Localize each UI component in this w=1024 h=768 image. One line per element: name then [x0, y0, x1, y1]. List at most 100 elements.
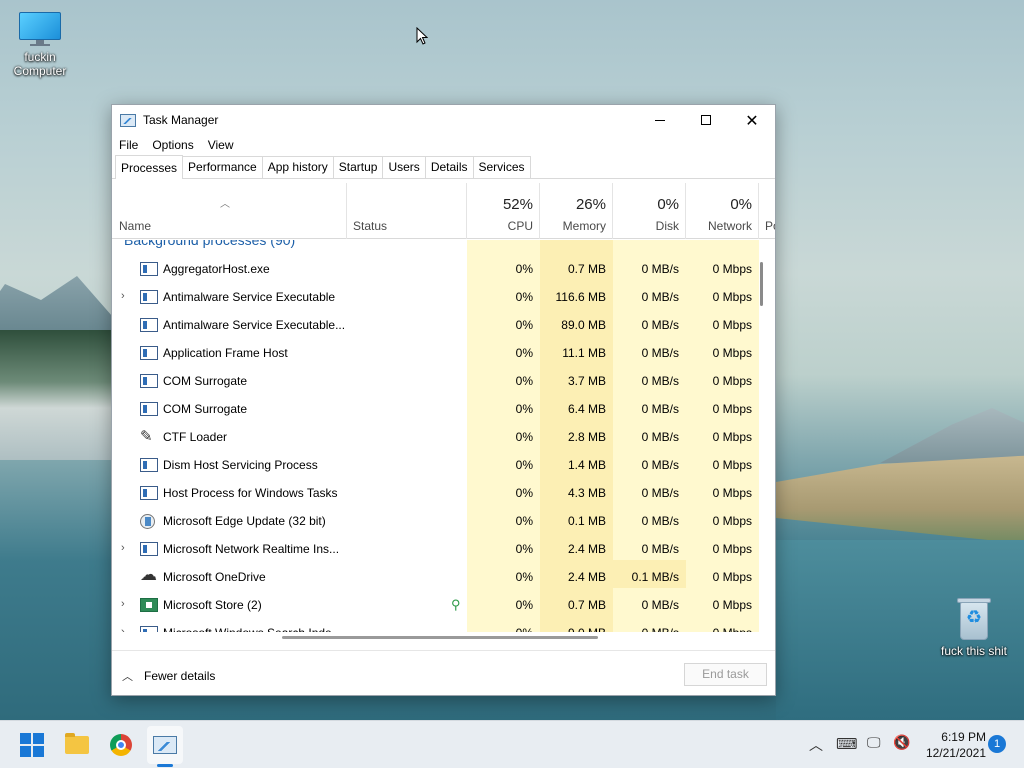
column-status[interactable]: Status — [347, 183, 467, 239]
start-button[interactable] — [18, 731, 46, 759]
table-row[interactable]: Microsoft Edge Update (32 bit) 0% 0.1 MB 0 … — [112, 507, 760, 535]
table-row[interactable]: AggregatorHost.exe 0% 0.7 MB 0 MB/s 0 Mbps — [112, 255, 760, 283]
table-row[interactable]: › Microsoft Network Realtime Ins... 0% 2.4 … — [112, 535, 760, 563]
process-memory: 1.4 MB — [567, 458, 606, 472]
expand-chevron-icon[interactable]: › — [121, 598, 125, 610]
column-disk[interactable]: 0% Disk — [613, 183, 686, 239]
tab-details[interactable]: Details — [424, 156, 474, 178]
tab-processes[interactable]: Processes — [115, 155, 184, 179]
close-button[interactable]: ✕ — [729, 105, 775, 135]
tab-services[interactable]: Services — [472, 156, 531, 178]
table-row[interactable]: Host Process for Windows Tasks 0% 4.3 MB 0 … — [112, 479, 760, 507]
table-row[interactable]: › Microsoft Store (2) ⚲ 0% 0.7 MB 0 MB/s 0 Mbp… — [112, 591, 760, 619]
process-network: 0 Mbps — [712, 402, 752, 416]
fewer-details-button[interactable]: ︿ Fewer details — [122, 668, 215, 684]
tab-users[interactable]: Users — [382, 156, 426, 178]
menu-file[interactable]: File — [119, 138, 138, 152]
taskbar-chrome[interactable] — [107, 731, 135, 759]
close-icon: ✕ — [745, 110, 759, 130]
process-disk: 0 MB/s — [641, 458, 679, 472]
horizontal-scroll-thumb[interactable] — [282, 636, 598, 639]
column-memory-label: Memory — [562, 219, 606, 233]
desktop-icon-computer[interactable]: fuckin Computer — [0, 12, 80, 78]
process-network: 0 Mbps — [712, 570, 752, 584]
vertical-scrollbar[interactable] — [760, 262, 763, 306]
table-row[interactable]: Antimalware Service Executable... 0% 89.0 … — [112, 311, 760, 339]
process-cpu: 0% — [515, 346, 533, 360]
column-header: ︿ Name Status 52% CPU 26% Memory 0% Disk… — [112, 183, 775, 239]
column-name[interactable]: ︿ Name — [112, 183, 347, 239]
column-memory[interactable]: 26% Memory — [540, 183, 613, 239]
process-network: 0 Mbps — [712, 514, 752, 528]
process-table: Background processes (90) AggregatorHost… — [112, 240, 760, 632]
process-cpu: 0% — [515, 318, 533, 332]
column-network[interactable]: 0% Network — [686, 183, 759, 239]
process-network: 0 Mbps — [712, 486, 752, 500]
process-cpu: 0% — [515, 598, 533, 612]
tab-startup[interactable]: Startup — [332, 156, 384, 178]
process-disk: 0 MB/s — [641, 290, 679, 304]
window-title: Task Manager — [143, 113, 219, 127]
horizontal-scrollbar[interactable] — [112, 632, 775, 642]
end-task-button[interactable]: End task — [684, 663, 767, 686]
column-cpu[interactable]: 52% CPU — [467, 183, 540, 239]
tab-performance[interactable]: Performance — [182, 156, 263, 178]
menu-options[interactable]: Options — [152, 138, 193, 152]
table-row[interactable]: Application Frame Host 0% 11.1 MB 0 MB/s 0 M… — [112, 339, 760, 367]
minimize-button[interactable] — [637, 105, 683, 135]
table-row[interactable]: › Antimalware Service Executable 0% 116.6 M… — [112, 283, 760, 311]
table-row[interactable]: COM Surrogate 0% 6.4 MB 0 MB/s 0 Mbps — [112, 395, 760, 423]
memory-total: 26% — [575, 196, 606, 213]
task-manager-icon — [120, 113, 136, 127]
table-row[interactable]: Microsoft OneDrive 0% 2.4 MB 0.1 MB/s 0 Mbps — [112, 563, 760, 591]
table-row[interactable]: Dism Host Servicing Process 0% 1.4 MB 0 MB/… — [112, 451, 760, 479]
process-cpu: 0% — [515, 262, 533, 276]
process-icon — [140, 565, 158, 585]
group-header: Background processes (90) — [124, 240, 296, 248]
process-memory: 11.1 MB — [562, 346, 606, 360]
windows-logo-icon — [20, 733, 44, 757]
process-name: Microsoft OneDrive — [163, 570, 266, 584]
expand-chevron-icon[interactable]: › — [121, 290, 125, 302]
title-bar[interactable]: Task Manager ✕ — [112, 105, 775, 135]
process-cpu: 0% — [515, 402, 533, 416]
process-icon — [140, 514, 155, 529]
column-network-label: Network — [707, 219, 752, 233]
taskbar-task-manager[interactable] — [147, 726, 183, 764]
process-network: 0 Mbps — [712, 346, 752, 360]
taskbar-file-explorer[interactable] — [63, 731, 91, 759]
process-name: Host Process for Windows Tasks — [163, 486, 338, 500]
tab-app-history[interactable]: App history — [261, 156, 334, 178]
desktop-icon-label: fuck this shit — [940, 644, 1008, 658]
process-name: CTF Loader — [163, 430, 228, 444]
expand-chevron-icon[interactable]: › — [121, 542, 125, 554]
volume-muted-icon[interactable]: 🔇 — [893, 735, 910, 751]
notification-badge[interactable]: 1 — [988, 735, 1006, 753]
chevron-up-icon[interactable]: ︿ — [809, 735, 823, 755]
keyboard-icon[interactable]: ⌨ — [836, 735, 858, 753]
process-icon — [140, 346, 158, 360]
process-disk: 0 MB/s — [641, 402, 679, 416]
table-row[interactable]: CTF Loader 0% 2.8 MB 0 MB/s 0 Mbps — [112, 423, 760, 451]
process-disk: 0 MB/s — [641, 514, 679, 528]
table-row[interactable]: COM Surrogate 0% 3.7 MB 0 MB/s 0 Mbps — [112, 367, 760, 395]
column-power[interactable]: Po — [759, 183, 775, 239]
process-cpu: 0% — [515, 458, 533, 472]
process-disk: 0 MB/s — [641, 262, 679, 276]
process-memory: 3.7 MB — [567, 374, 606, 388]
clock[interactable]: 6:19 PM 12/21/2021 — [918, 729, 986, 761]
process-disk: 0 MB/s — [641, 486, 679, 500]
table-row[interactable]: ›Microsoft Windows Search Inde...0%9.0 M… — [112, 619, 760, 632]
process-name: Microsoft Edge Update (32 bit) — [163, 514, 326, 528]
menu-view[interactable]: View — [208, 138, 234, 152]
process-disk: 0 MB/s — [641, 598, 679, 612]
process-network: 0 Mbps — [712, 542, 752, 556]
maximize-button[interactable] — [683, 105, 729, 135]
process-network: 0 Mbps — [712, 290, 752, 304]
process-icon — [140, 290, 158, 304]
column-disk-label: Disk — [655, 219, 679, 233]
process-network: 0 Mbps — [712, 598, 752, 612]
desktop-icon-recycle-bin[interactable]: ♻ fuck this shit — [934, 598, 1014, 658]
network-icon[interactable]: 🖵 — [867, 735, 881, 751]
task-manager-window: Task Manager ✕ File Options View Process… — [111, 104, 776, 696]
